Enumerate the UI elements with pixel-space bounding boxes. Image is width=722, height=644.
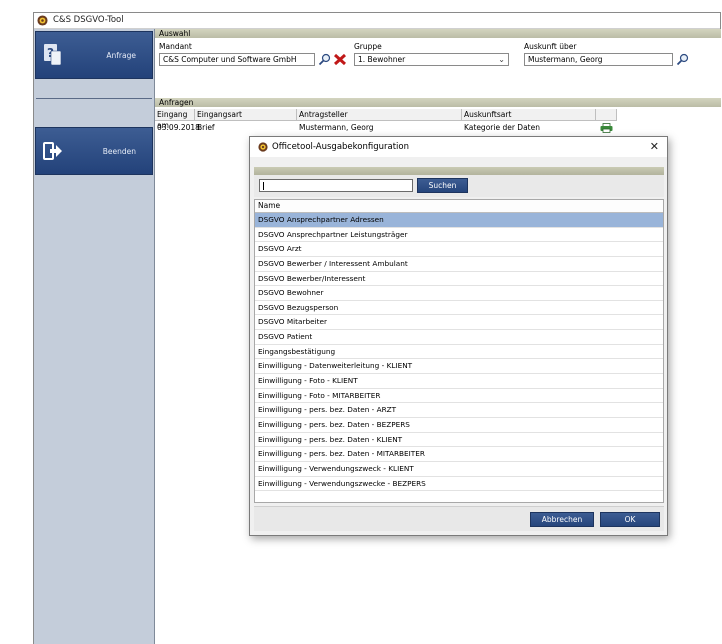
column-header-name[interactable]: Name xyxy=(255,200,663,213)
list-item[interactable]: DSGVO Bewohner xyxy=(255,286,663,301)
auskunft-field[interactable]: Mustermann, Georg xyxy=(524,53,673,66)
sidebar: ? Anfrage Beenden xyxy=(34,29,155,644)
section-header-anfragen: Anfragen xyxy=(155,98,721,107)
exit-icon xyxy=(43,142,62,160)
app-icon xyxy=(37,15,48,26)
auskunft-label: Auskunft über xyxy=(524,42,577,51)
list-item[interactable]: Einwilligung - Verwendungszweck - KLIENT xyxy=(255,462,663,477)
list-item[interactable]: DSGVO Bewerber / Interessent Ambulant xyxy=(255,257,663,272)
text-caret xyxy=(263,182,264,190)
list-body: DSGVO Ansprechpartner Adressen DSGVO Ansp… xyxy=(255,213,663,492)
search-input[interactable] xyxy=(259,179,413,192)
dialog-title-bar: Officetool-Ausgabekonfiguration ✕ xyxy=(250,137,667,157)
app-title: C&S DSGVO-Tool xyxy=(53,15,124,25)
delete-icon[interactable] xyxy=(333,53,347,66)
cancel-button[interactable]: Abbrechen xyxy=(530,512,594,527)
ok-button[interactable]: OK xyxy=(600,512,660,527)
list-item[interactable]: Einwilligung - Verwendungszwecke - BEZPE… xyxy=(255,477,663,492)
list-item[interactable]: Einwilligung - pers. bez. Daten - ARZT xyxy=(255,403,663,418)
ausgabekonfiguration-dialog: Officetool-Ausgabekonfiguration ✕ Suchen… xyxy=(249,136,668,536)
list-item[interactable]: Einwilligung - pers. bez. Daten - MITARB… xyxy=(255,447,663,462)
gruppe-select[interactable]: 1. Bewohner ⌄ xyxy=(354,53,509,66)
dialog-search-bar: Suchen xyxy=(254,175,664,197)
chevron-down-icon: ⌄ xyxy=(498,55,505,64)
column-header[interactable]: Auskunftsart xyxy=(462,109,596,121)
list-item[interactable]: Einwilligung - Foto - KLIENT xyxy=(255,374,663,389)
list-item[interactable]: DSGVO Bewerber/Interessent xyxy=(255,272,663,287)
sidebar-item-anfrage[interactable]: ? Anfrage xyxy=(35,31,153,79)
search-icon[interactable] xyxy=(318,53,332,66)
search-button[interactable]: Suchen xyxy=(417,178,468,193)
sidebar-item-beenden[interactable]: Beenden xyxy=(35,127,153,175)
title-bar: C&S DSGVO-Tool xyxy=(34,13,720,29)
sidebar-divider xyxy=(36,98,152,99)
column-header[interactable]: Eingang am xyxy=(155,109,195,130)
list-item[interactable]: Eingangsbestätigung xyxy=(255,345,663,360)
list-item[interactable]: DSGVO Ansprechpartner Adressen xyxy=(255,213,663,228)
mandant-field[interactable]: C&S Computer und Software GmbH xyxy=(159,53,315,66)
list-item[interactable]: DSGVO Patient xyxy=(255,330,663,345)
close-icon[interactable]: ✕ xyxy=(650,140,659,153)
list-item[interactable]: Einwilligung - pers. bez. Daten - KLIENT xyxy=(255,433,663,448)
help-question-icon: ? xyxy=(44,44,62,66)
list-item[interactable]: DSGVO Mitarbeiter xyxy=(255,315,663,331)
column-header[interactable]: Eingangsart xyxy=(195,109,297,121)
cell-antragsteller: Mustermann, Georg xyxy=(299,123,374,132)
list-item[interactable]: DSGVO Bezugsperson xyxy=(255,301,663,316)
list-item[interactable]: Einwilligung - Datenweiterleitung - KLIE… xyxy=(255,359,663,375)
sidebar-item-label: Anfrage xyxy=(106,51,136,60)
output-config-list: Name DSGVO Ansprechpartner Adressen DSGVO… xyxy=(254,199,664,503)
search-icon[interactable] xyxy=(676,53,690,66)
dialog-footer: Abbrechen OK xyxy=(254,506,664,531)
cell-eingang-am: 03.09.2018 xyxy=(157,123,200,132)
list-item[interactable]: Einwilligung - pers. bez. Daten - BEZPER… xyxy=(255,418,663,433)
section-header-auswahl: Auswahl xyxy=(155,29,721,38)
list-item[interactable]: DSGVO Ansprechpartner Leistungsträger xyxy=(255,228,663,243)
mandant-label: Mandant xyxy=(159,42,192,51)
column-header[interactable]: Antragsteller xyxy=(297,109,462,121)
dialog-section-band xyxy=(254,167,664,175)
cell-auskunftsart: Kategorie der Daten xyxy=(464,123,540,132)
list-item[interactable]: Einwilligung - Foto - MITARBEITER xyxy=(255,389,663,404)
sidebar-item-label: Beenden xyxy=(102,147,136,156)
app-icon xyxy=(258,142,268,152)
cell-eingangsart: Brief xyxy=(197,123,215,132)
gruppe-select-value: 1. Bewohner xyxy=(358,55,406,64)
print-icon[interactable] xyxy=(600,123,613,133)
column-header-action xyxy=(596,109,617,121)
gruppe-label: Gruppe xyxy=(354,42,382,51)
dialog-title: Officetool-Ausgabekonfiguration xyxy=(272,142,409,152)
list-item[interactable]: DSGVO Arzt xyxy=(255,242,663,257)
